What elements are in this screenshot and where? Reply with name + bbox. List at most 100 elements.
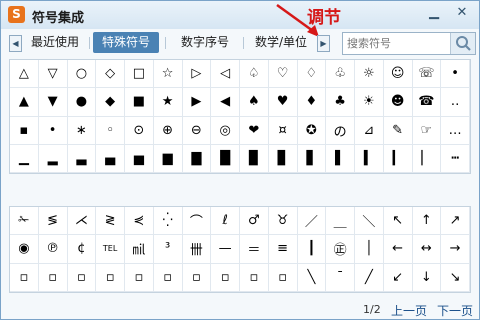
symbol-cell[interactable]: ▁: [10, 144, 39, 173]
tab-number-sequence[interactable]: 数字序号: [173, 32, 237, 53]
symbol-cell[interactable]: →: [441, 235, 470, 264]
symbol-cell[interactable]: ↘: [441, 263, 470, 292]
symbol-cell[interactable]: ♂: [240, 207, 269, 236]
symbol-cell[interactable]: ¯: [326, 263, 355, 292]
symbol-cell[interactable]: •: [38, 116, 68, 145]
symbol-cell[interactable]: ⋌: [67, 207, 97, 236]
minimize-button[interactable]: ▁: [423, 3, 445, 23]
symbol-cell[interactable]: ⊿: [355, 116, 384, 145]
symbol-cell[interactable]: △: [10, 60, 39, 89]
symbol-cell[interactable]: ▶: [182, 88, 212, 117]
symbol-cell[interactable]: ▫: [38, 263, 68, 292]
symbol-cell[interactable]: ✁: [10, 207, 39, 236]
symbol-cell[interactable]: …: [441, 116, 470, 145]
symbol-cell[interactable]: の: [326, 116, 355, 145]
symbol-cell[interactable]: ◁: [211, 60, 240, 89]
symbol-cell[interactable]: ↔: [412, 235, 442, 264]
symbol-cell[interactable]: ◦: [96, 116, 125, 145]
next-page-link[interactable]: 下一页: [437, 302, 473, 319]
symbol-cell[interactable]: ▇: [182, 144, 212, 173]
symbol-cell[interactable]: ♡: [268, 60, 298, 89]
tabs-prev-arrow-icon[interactable]: ◀: [9, 35, 22, 52]
symbol-cell[interactable]: ●: [67, 88, 97, 117]
symbol-cell[interactable]: ☞: [412, 116, 442, 145]
search-input[interactable]: [347, 35, 447, 51]
symbol-cell[interactable]: ▎: [383, 144, 413, 173]
symbol-cell[interactable]: ◀: [211, 88, 240, 117]
symbol-cell[interactable]: ┅: [441, 144, 470, 173]
symbol-cell[interactable]: ㏕: [125, 235, 154, 264]
symbol-cell[interactable]: •: [441, 60, 470, 89]
symbol-cell[interactable]: ♦: [297, 88, 327, 117]
symbol-cell[interactable]: ↓: [412, 263, 442, 292]
symbol-cell[interactable]: ≡: [268, 235, 298, 264]
title-bar[interactable]: S 符号集成 调节 ▁ ✕: [1, 1, 479, 37]
symbol-cell[interactable]: ↗: [441, 207, 470, 236]
symbol-cell[interactable]: ✪: [297, 116, 327, 145]
symbol-cell[interactable]: ❤: [240, 116, 269, 145]
symbol-cell[interactable]: ☆: [153, 60, 183, 89]
symbol-cell[interactable]: ▫: [67, 263, 97, 292]
symbol-cell[interactable]: ▫: [240, 263, 269, 292]
symbol-cell[interactable]: ▼: [38, 88, 68, 117]
symbol-cell[interactable]: ¢: [67, 235, 97, 264]
symbol-cell[interactable]: ↑: [412, 207, 442, 236]
symbol-cell[interactable]: ⌒: [182, 207, 212, 236]
symbol-cell[interactable]: ／: [297, 207, 327, 236]
symbol-cell[interactable]: ♧: [326, 60, 355, 89]
symbol-cell[interactable]: ‥: [441, 88, 470, 117]
symbol-cell[interactable]: █: [211, 144, 240, 173]
symbol-cell[interactable]: ▊: [268, 144, 298, 173]
symbol-cell[interactable]: ◉: [10, 235, 39, 264]
symbol-cell[interactable]: ▫: [125, 263, 154, 292]
symbol-cell[interactable]: TEL: [96, 235, 125, 264]
symbol-cell[interactable]: ○: [67, 60, 97, 89]
symbol-cell[interactable]: ◆: [96, 88, 125, 117]
symbol-cell[interactable]: ∗: [67, 116, 97, 145]
symbol-cell[interactable]: ▫: [211, 263, 240, 292]
symbol-cell[interactable]: ◇: [96, 60, 125, 89]
symbol-cell[interactable]: ▃: [67, 144, 97, 173]
symbol-cell[interactable]: ♤: [240, 60, 269, 89]
symbol-cell[interactable]: 卌: [182, 235, 212, 264]
symbol-cell[interactable]: ▋: [297, 144, 327, 173]
symbol-cell[interactable]: ⊙: [125, 116, 154, 145]
close-button[interactable]: ✕: [451, 3, 473, 23]
symbol-cell[interactable]: ♉: [268, 207, 298, 236]
prev-page-link[interactable]: 上一页: [391, 302, 427, 319]
symbol-cell[interactable]: ☎: [412, 88, 442, 117]
symbol-cell[interactable]: ⋞: [125, 207, 154, 236]
symbol-cell[interactable]: ☏: [412, 60, 442, 89]
symbol-cell[interactable]: ▽: [38, 60, 68, 89]
symbol-cell[interactable]: ♣: [326, 88, 355, 117]
symbol-cell[interactable]: ⊖: [182, 116, 212, 145]
symbol-cell[interactable]: ▅: [125, 144, 154, 173]
symbol-cell[interactable]: —: [211, 235, 240, 264]
symbol-cell[interactable]: ¤: [268, 116, 298, 145]
symbol-cell[interactable]: ▂: [38, 144, 68, 173]
symbol-cell[interactable]: ▏: [412, 144, 442, 173]
symbol-cell[interactable]: ▫: [10, 263, 39, 292]
symbol-cell[interactable]: ┃: [297, 235, 327, 264]
symbol-cell[interactable]: ≶: [38, 207, 68, 236]
symbol-cell[interactable]: ³: [153, 235, 183, 264]
tab-special-symbols[interactable]: 特殊符号: [93, 32, 159, 53]
symbol-cell[interactable]: ▪: [10, 116, 39, 145]
symbol-cell[interactable]: ▫: [182, 263, 212, 292]
symbol-cell[interactable]: ▌: [326, 144, 355, 173]
symbol-cell[interactable]: ℓ: [211, 207, 240, 236]
symbol-cell[interactable]: ♥: [268, 88, 298, 117]
tabs-next-arrow-icon[interactable]: ▶: [317, 35, 330, 52]
symbol-cell[interactable]: ▷: [182, 60, 212, 89]
symbol-cell[interactable]: ✎: [383, 116, 413, 145]
symbol-cell[interactable]: ♢: [297, 60, 327, 89]
symbol-cell[interactable]: ☻: [383, 88, 413, 117]
symbol-cell[interactable]: ＝: [240, 235, 269, 264]
symbol-cell[interactable]: ㊣: [326, 235, 355, 264]
symbol-cell[interactable]: ▫: [153, 263, 183, 292]
symbol-cell[interactable]: ▄: [96, 144, 125, 173]
symbol-cell[interactable]: ■: [125, 88, 154, 117]
tab-recent[interactable]: 最近使用: [27, 32, 83, 53]
symbol-cell[interactable]: ♠: [240, 88, 269, 117]
symbol-cell[interactable]: □: [125, 60, 154, 89]
